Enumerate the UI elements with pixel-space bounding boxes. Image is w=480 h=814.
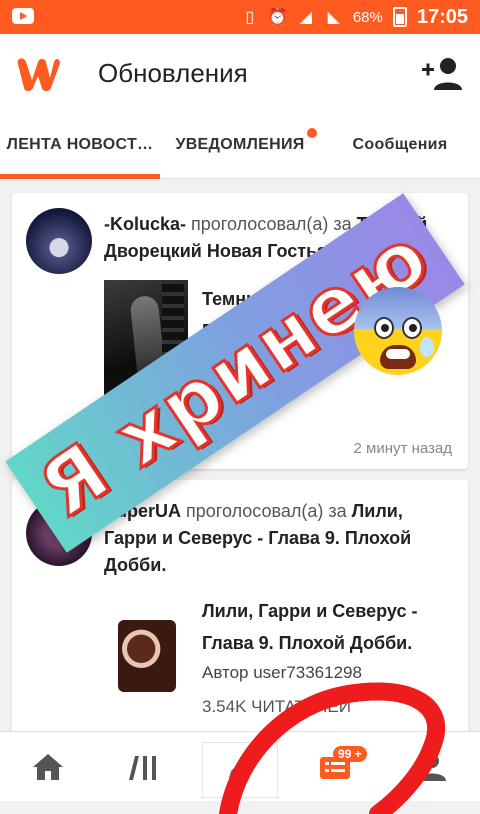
tab-news-feed[interactable]: ЛЕНТА НОВОСТ… <box>0 112 160 178</box>
red-circle-scribble <box>219 682 446 814</box>
tab-messages[interactable]: Сообщения <box>320 112 480 178</box>
nav-library[interactable] <box>96 732 192 801</box>
activity-headline: SuperUA проголосовал(а) за Лили, Гарри и… <box>104 498 454 579</box>
library-icon <box>129 755 156 780</box>
avatar[interactable] <box>26 208 92 274</box>
activity-action: проголосовал(а) за <box>191 214 352 234</box>
notification-dot <box>307 128 317 138</box>
vibrate-icon: ▯ <box>245 9 255 26</box>
home-icon <box>33 753 63 780</box>
active-tab-indicator <box>0 174 160 179</box>
battery-percent: 68% <box>352 8 383 26</box>
wattpad-logo-icon[interactable] <box>14 54 60 94</box>
story-cover-image[interactable] <box>118 620 176 692</box>
timestamp: 2 минут назад <box>353 440 452 457</box>
username-link[interactable]: -Kolucka- <box>104 214 186 234</box>
page-title: Обновления <box>98 58 248 88</box>
signal-icon: ◣ <box>327 9 340 26</box>
app-bar: Обновления <box>0 34 480 112</box>
story-title[interactable]: Лили, Гарри и Северус - Глава 9. Плохой … <box>202 595 452 659</box>
tab-notifications[interactable]: УВЕДОМЛЕНИЯ <box>160 112 320 178</box>
screaming-face-emoji-icon <box>354 287 442 375</box>
alarm-icon: ⏰ <box>267 9 288 26</box>
activity-action: проголосовал(а) за <box>186 501 347 521</box>
youtube-notification-icon <box>12 8 34 24</box>
tab-bar: ЛЕНТА НОВОСТ… УВЕДОМЛЕНИЯ Сообщения <box>0 112 480 179</box>
status-bar: ▯ ⏰ ◢ ◣ 68% 17:05 <box>0 0 480 34</box>
add-user-icon[interactable] <box>420 56 464 92</box>
battery-icon <box>392 7 407 27</box>
nav-home[interactable] <box>0 732 96 801</box>
clock: 17:05 <box>416 5 468 28</box>
wifi-icon: ◢ <box>299 9 312 26</box>
